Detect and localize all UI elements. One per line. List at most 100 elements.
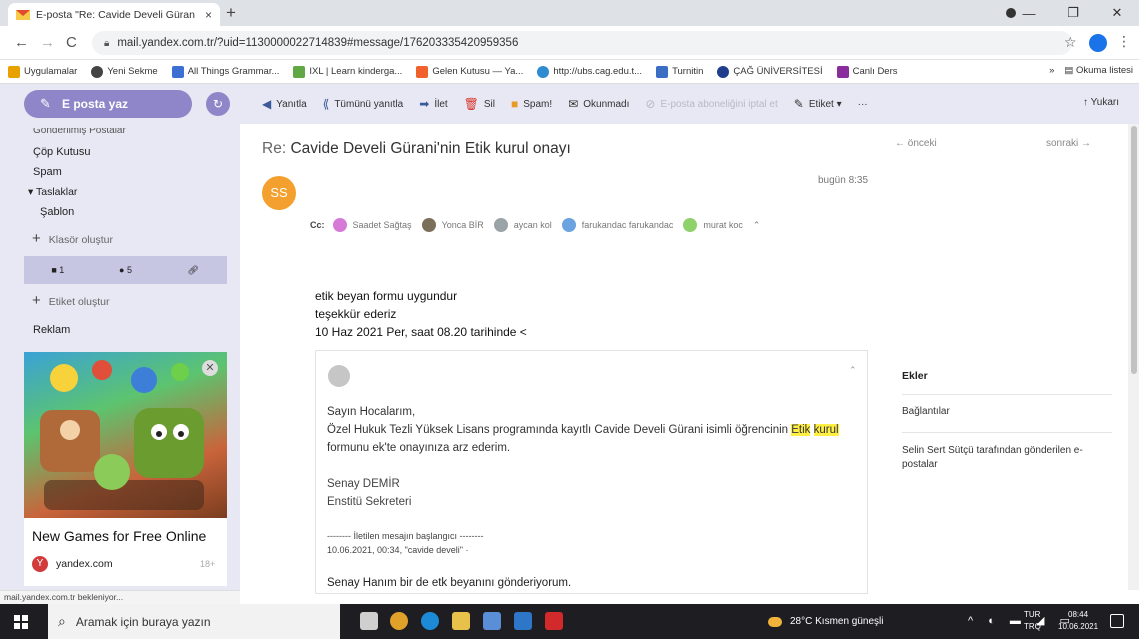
unread-filter[interactable]: ● 5 [92,265,160,275]
forward-arrow-icon: ➡ [419,97,430,111]
recipient-avatar [421,218,436,232]
compose-label: E posta yaz [62,97,129,111]
collapse-quote-icon[interactable]: ⌃ [849,365,857,376]
forward-button[interactable]: ➡ İlet [419,97,447,111]
edge-icon[interactable] [421,612,439,630]
search-icon: ⌕ [58,613,66,629]
ad-image [24,352,227,518]
cc-collapse-icon[interactable]: ⌃ [753,220,761,231]
acrobat-icon[interactable] [545,612,563,630]
windows-start-icon[interactable] [14,615,28,629]
browser-menu-icon[interactable]: ⋮ [1117,33,1131,50]
url-field[interactable]: 🔒︎ mail.yandex.com.tr/?uid=1130000022714… [92,31,1072,55]
unsubscribe-button[interactable]: ⊘ E-posta aboneliğini iptal et [645,97,777,111]
cc-recipient[interactable]: murat koc [683,218,743,232]
sender-mails-link[interactable]: Selin Sert Sütçü tarafından gönderilen e… [902,444,1102,472]
flagged-filter[interactable]: ■ 1 [24,265,92,275]
cc-recipient[interactable]: Yonca BİR [421,218,484,232]
ad-age-rating: 18+ [200,559,216,569]
input-language[interactable]: TUR TRQ [1024,609,1041,633]
links-heading[interactable]: Bağlantılar [902,406,950,417]
profile-avatar[interactable] [1089,34,1107,52]
bookmark-item[interactable]: All Things Grammar... [171,65,279,78]
browser-tab[interactable]: E-posta "Re: Cavide Develi Güran × [8,3,220,26]
ad-close-icon[interactable]: ✕ [202,360,218,376]
attachments-heading[interactable]: Ekler [902,370,928,382]
forwarded-body-line: Senay Hanım bir de etk beyanını gönderiy… [327,577,572,589]
mark-unread-button[interactable]: ✉ Okunmadı [568,97,629,111]
weather-text: 28°C Kısmen güneşli [790,616,884,627]
reply-button[interactable]: ◀ Yanıtla [262,97,307,111]
bookmark-item[interactable]: Turnitin [656,65,703,78]
reading-list-button[interactable]: ▤ Okuma listesi [1064,65,1133,76]
compose-button[interactable]: ✎ E posta yaz [24,90,192,118]
bookmark-item[interactable]: Uygulamalar [8,65,77,78]
create-folder-link[interactable]: + Klasör oluştur [32,230,113,247]
quoted-greeting: Sayın Hocalarım, [327,406,416,418]
weather-icon [768,616,782,627]
next-message-link[interactable]: sonraki → [1046,138,1091,149]
browser-tab-bar: E-posta "Re: Cavide Develi Güran × + — ❐… [0,0,1139,26]
bookmark-item[interactable]: Yeni Sekme [91,65,158,78]
bookmark-item[interactable]: Gelen Kutusu — Ya... [416,65,523,78]
bookmark-item[interactable]: ÇAĞ ÜNİVERSİTESİ [717,65,823,78]
spam-button[interactable]: ■ Spam! [511,97,552,111]
chrome-icon[interactable] [390,612,408,630]
task-view-icon[interactable] [360,612,378,630]
folder-spam[interactable]: Spam [33,166,62,178]
bookmarks-bar: Uygulamalar Yeni Sekme All Things Gramma… [0,60,1139,84]
bookmark-item[interactable]: IXL | Learn kinderga... [293,65,402,78]
trash-icon: 🗑︎ [463,97,479,111]
restore-icon[interactable]: ❐ [1051,5,1095,21]
envelope-icon: ✉ [568,97,579,111]
mail-icon[interactable] [514,612,532,630]
folder-drafts[interactable]: ▾ Taslaklar [28,186,77,198]
sender-avatar[interactable]: SS [262,176,296,210]
tab-title: E-posta "Re: Cavide Develi Güran [36,8,195,21]
quoted-message: ⌃ Sayın Hocalarım, Özel Hukuk Tezli Yüks… [315,350,868,594]
message-body: etik beyan formu uygundur teşekkür ederi… [315,287,527,341]
folder-templates[interactable]: Şablon [40,206,74,218]
system-clock[interactable]: 08:44 10.06.2021 [1058,609,1098,633]
back-icon[interactable]: ← [14,34,29,51]
tab-close-icon[interactable]: × [205,8,212,22]
attachments-filter[interactable]: 🔗︎ [159,265,227,276]
reply-all-button[interactable]: ⟪ Tümünü yanıtla [323,97,404,111]
minimize-icon[interactable]: — [1007,6,1051,21]
close-window-icon[interactable]: ✕ [1095,5,1139,21]
previous-message-link[interactable]: ← önceki [895,138,937,149]
quoted-signature: Senay DEMİR Enstitü Sekreteri [327,475,411,511]
new-tab-icon[interactable]: + [226,4,236,22]
cc-recipient[interactable]: aycan kol [493,218,552,232]
folder-sent[interactable]: Gönderilmiş Postalar [33,128,126,137]
search-highlight: Etik [791,424,811,436]
ubs-site-icon [537,65,550,78]
notification-icon[interactable] [1110,614,1124,628]
scrollbar-thumb[interactable] [1131,126,1137,374]
reload-icon[interactable]: C [66,34,77,51]
cc-recipient[interactable]: farukandac farukandac [561,218,673,232]
delete-button[interactable]: 🗑︎ Sil [464,97,495,111]
scroll-up-button[interactable]: ↑ Yukarı [1083,97,1119,108]
bookmark-item[interactable]: Canlı Ders [836,65,898,78]
arrow-left-icon: ← [895,138,908,149]
taskbar-search[interactable]: ⌕ Aramak için buraya yazın [48,604,340,639]
label-button[interactable]: ✎ Etiket ▾ [794,97,842,111]
search-placeholder: Aramak için buraya yazın [75,614,211,629]
forward-icon[interactable]: → [40,34,55,51]
bookmark-star-icon[interactable]: ☆ [1064,34,1077,51]
folder-trash[interactable]: Çöp Kutusu [33,146,90,158]
message-toolbar: ◀ Yanıtla ⟪ Tümünü yanıtla ➡ İlet 🗑︎ Sil ■ Sp… [240,84,1139,124]
bookmarks-overflow-icon[interactable]: » [1049,65,1054,76]
file-explorer-icon[interactable] [452,612,470,630]
more-button[interactable]: ··· [858,99,868,110]
refresh-button[interactable]: ↻ [206,92,230,116]
forward-separator: -------- İletilen mesajın başlangıcı ---… [327,531,484,541]
ad-banner[interactable]: ✕ New Games for Free Online Y yandex.com… [24,352,227,586]
bookmark-item[interactable]: http://ubs.cag.edu.t... [537,65,642,78]
signature-name: Senay DEMİR [327,478,400,490]
cc-recipient[interactable]: Saadet Sağtaş [332,218,412,232]
weather-widget[interactable]: 28°C Kısmen güneşli [768,604,884,639]
store-icon[interactable] [483,612,501,630]
create-label-link[interactable]: + Etiket oluştur [32,292,109,309]
